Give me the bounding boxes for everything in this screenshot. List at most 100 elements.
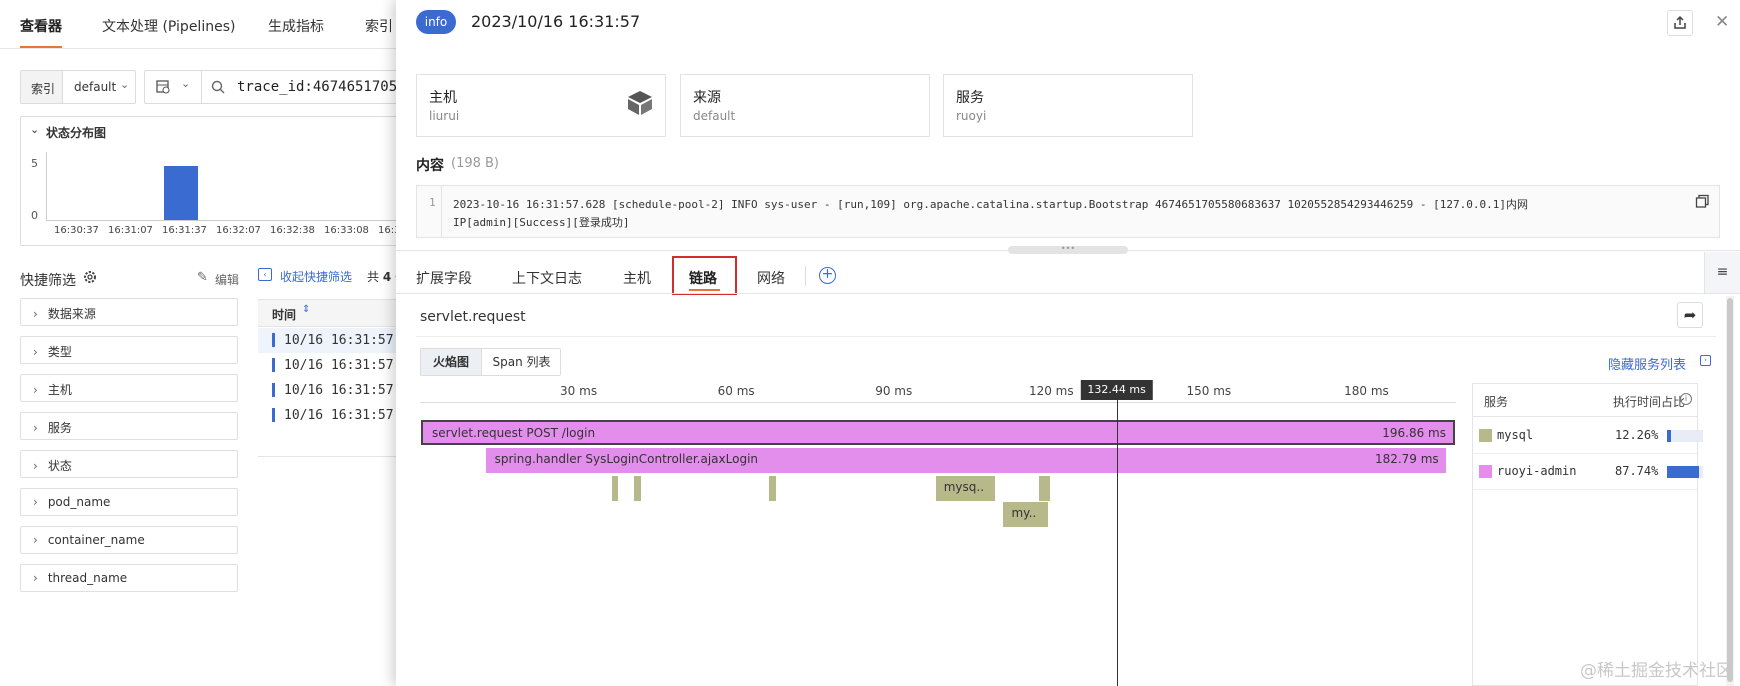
flame-span[interactable] <box>769 476 777 501</box>
content-size: (198 B) <box>451 156 500 171</box>
filter-item[interactable]: › 服务 <box>20 412 238 440</box>
time-cursor-label: 132.44 ms <box>1080 380 1153 400</box>
scrollbar-thumb[interactable] <box>1727 298 1733 682</box>
query-type-icon[interactable] <box>155 79 171 99</box>
tab-host[interactable]: 主机 <box>623 268 651 288</box>
service-name: mysql <box>1497 428 1534 442</box>
service-list-panel: 服务 执行时间占比 i mysql 12.26% ruoyi-admin 87.74% <box>1472 383 1703 686</box>
x-tick: 16:32:38 <box>270 225 315 236</box>
flame-span[interactable]: mysq.. <box>935 476 996 501</box>
flame-span[interactable] <box>611 476 618 501</box>
chevron-down-icon[interactable]: ⌄ <box>181 77 190 90</box>
table-row[interactable]: 10/16 16:31:57.6 <box>284 333 409 348</box>
close-icon[interactable]: ✕ <box>1715 12 1729 32</box>
content-label: 内容 <box>416 158 444 174</box>
query-input[interactable]: trace_id:4674651705 <box>237 79 397 95</box>
service-color-swatch <box>1479 429 1492 442</box>
tab-trace[interactable]: 链路 <box>689 268 717 288</box>
service-row[interactable]: mysql 12.26% <box>1473 418 1703 454</box>
edit-icon[interactable]: ✎ <box>197 270 208 285</box>
table-row[interactable]: 10/16 16:31:57.5 <box>284 383 409 398</box>
tab-metrics[interactable]: 生成指标 <box>268 16 324 36</box>
quick-filter-title: 快捷筛选 <box>20 273 76 289</box>
tab-pipelines[interactable]: 文本处理 (Pipelines) <box>102 16 235 36</box>
share-icon[interactable]: ➦ <box>1677 302 1703 328</box>
log-content-box: 1 2023-10-16 16:31:57.628 [schedule-pool… <box>416 185 1720 238</box>
chart-bar[interactable] <box>164 165 198 220</box>
collapse-quick-filter[interactable]: 收起快捷筛选 <box>280 268 352 285</box>
flame-x-tick: 120 ms <box>1028 384 1074 398</box>
status-distribution-panel: ⌄ 状态分布图 5 0 16:30:37 16:31:07 16:31:37 1… <box>20 116 426 246</box>
col-time-header[interactable]: 时间 <box>272 306 296 323</box>
filter-item[interactable]: › container_name <box>20 526 238 554</box>
log-detail-drawer: info 2023/10/16 16:31:57 ✕ 主机 liurui 来源 … <box>396 0 1740 686</box>
filter-item[interactable]: › 类型 <box>20 336 238 364</box>
flame-span[interactable]: my.. <box>1003 502 1049 527</box>
info-card-source: 来源 default <box>680 74 930 137</box>
x-tick: 16:31:37 <box>162 225 207 236</box>
gear-icon[interactable] <box>83 270 97 288</box>
panel-toggle-icon[interactable]: › <box>1700 355 1711 366</box>
watermark: @稀土掘金技术社区 <box>1580 661 1733 681</box>
view-toggle: 火焰图 Span 列表 <box>420 348 561 376</box>
card-title: 来源 <box>693 90 721 106</box>
flame-graph-tab[interactable]: 火焰图 <box>421 349 481 375</box>
pct-col-header: 执行时间占比 <box>1613 395 1686 409</box>
x-tick: 16:32:07 <box>216 225 261 236</box>
table-row[interactable]: 10/16 16:31:57.5 <box>284 408 409 423</box>
export-icon[interactable] <box>1667 10 1693 36</box>
hide-services-link[interactable]: 隐藏服务列表 <box>1608 354 1686 373</box>
top-tabs: 查看器 文本处理 (Pipelines) 生成指标 索引 <box>0 0 420 49</box>
card-title: 主机 <box>429 90 457 106</box>
filter-item[interactable]: › 状态 <box>20 450 238 478</box>
collapse-icon[interactable]: ‹ <box>258 268 272 281</box>
y-tick: 5 <box>31 157 38 170</box>
tab-viewer[interactable]: 查看器 <box>20 16 62 48</box>
filter-item[interactable]: › 主机 <box>20 374 238 402</box>
flame-span[interactable] <box>634 476 642 501</box>
table-row[interactable]: 10/16 16:31:57.6 <box>284 358 409 373</box>
time-cursor-line <box>1116 394 1118 686</box>
edit-link[interactable]: 编辑 <box>215 271 239 288</box>
card-value: ruoyi <box>956 109 987 123</box>
x-tick: 16:31:07 <box>108 225 153 236</box>
service-row[interactable]: ruoyi-admin 87.74% <box>1473 454 1703 490</box>
copy-icon[interactable] <box>1695 194 1710 213</box>
index-value: default <box>74 80 117 94</box>
service-color-swatch <box>1479 465 1492 478</box>
log-line: 2023-10-16 16:31:57.628 [schedule-pool-2… <box>453 198 1528 211</box>
flame-span[interactable]: spring.handler SysLoginController.ajaxLo… <box>485 448 1446 473</box>
query-bar[interactable]: ⌄ trace_id:4674651705 <box>144 70 434 104</box>
flame-x-tick: 90 ms <box>875 384 913 398</box>
filter-item[interactable]: › 数据来源 <box>20 298 238 326</box>
info-icon[interactable]: i <box>1680 393 1692 405</box>
span-list-tab[interactable]: Span 列表 <box>481 349 561 375</box>
collapse-panel-icon[interactable]: ≡ <box>1704 252 1740 294</box>
log-timestamp: 2023/10/16 16:31:57 <box>471 12 641 31</box>
tab-context-logs[interactable]: 上下文日志 <box>512 268 582 288</box>
x-tick: 16:30:37 <box>54 225 99 236</box>
index-selector[interactable]: 索引 default ⌄ <box>20 70 136 104</box>
host-cube-icon <box>625 88 655 122</box>
flame-x-tick: 30 ms <box>560 384 598 398</box>
flame-x-tick: 180 ms <box>1344 384 1389 398</box>
scrollbar-track[interactable] <box>1726 296 1734 686</box>
flame-span[interactable] <box>1038 476 1050 501</box>
filter-item[interactable]: › pod_name <box>20 488 238 516</box>
flame-graph: 30 ms 60 ms 90 ms 120 ms 150 ms 180 ms servlet… <box>420 380 1456 686</box>
log-explorer-page: 查看器 文本处理 (Pipelines) 生成指标 索引 索引 default … <box>0 0 434 686</box>
card-value: default <box>693 109 736 123</box>
flame-x-tick: 150 ms <box>1186 384 1232 398</box>
chevron-down-icon: ⌄ <box>120 78 130 91</box>
sort-icon[interactable]: ⇕ <box>302 304 310 315</box>
flame-span[interactable]: servlet.request POST /login 196.86 ms <box>421 420 1455 445</box>
service-pct: 12.26% <box>1615 428 1659 442</box>
card-value: liurui <box>429 109 460 123</box>
add-tab-icon[interactable]: + <box>819 267 836 284</box>
filter-item[interactable]: › thread_name <box>20 564 238 592</box>
chevron-down-icon[interactable]: ⌄ <box>30 123 39 136</box>
tab-extended-fields[interactable]: 扩展字段 <box>416 268 472 288</box>
service-name: ruoyi-admin <box>1497 464 1577 478</box>
tab-network[interactable]: 网络 <box>757 268 785 288</box>
tab-index[interactable]: 索引 <box>365 16 393 36</box>
